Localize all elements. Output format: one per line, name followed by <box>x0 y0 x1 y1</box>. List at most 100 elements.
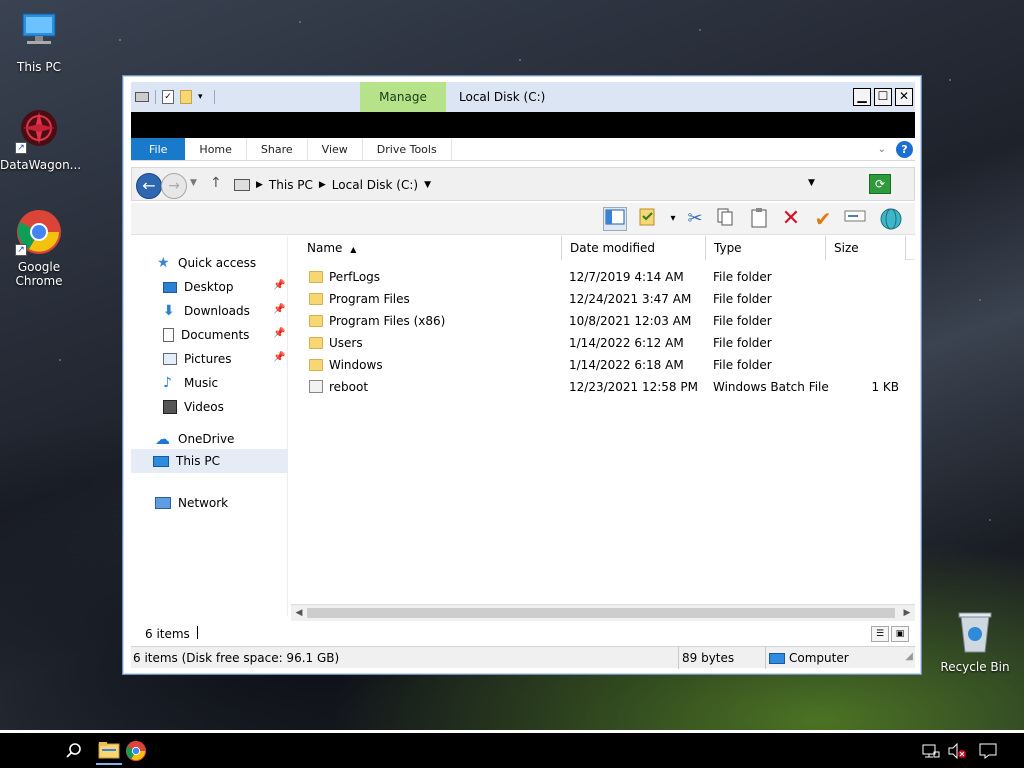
paste-button[interactable] <box>747 207 771 231</box>
chevron-right-icon[interactable]: ▶ <box>256 180 263 190</box>
status-bar: 6 items (Disk free space: 96.1 GB) 89 by… <box>131 646 915 669</box>
scrollbar-thumb[interactable] <box>307 608 895 618</box>
network-globe-button[interactable] <box>879 207 903 231</box>
taskbar-chrome[interactable] <box>124 737 148 765</box>
taskbar <box>0 730 1024 768</box>
close-button[interactable]: ✕ <box>895 88 913 106</box>
nav-item-videos[interactable]: Videos <box>163 396 224 418</box>
nav-item-desktop[interactable]: Desktop 📌 <box>163 276 288 298</box>
nav-item-label: Downloads <box>184 304 250 318</box>
pin-icon[interactable]: 📌 <box>273 352 285 363</box>
status-disk-info: 6 items (Disk free space: 96.1 GB) <box>131 647 679 669</box>
maximize-button[interactable]: ☐ <box>874 88 892 106</box>
nav-item-downloads[interactable]: ⬇ Downloads 📌 <box>163 300 288 322</box>
desktop-icon-datawagon[interactable]: ↗ DataWagon... <box>0 106 82 172</box>
explorer-window: ✓ ▾ Manage Local Disk (C:) ▁ ☐ ✕ File Ho… <box>122 75 922 675</box>
nav-item-music[interactable]: ♪ Music <box>163 372 218 394</box>
large-icons-view-icon[interactable]: ▣ <box>891 626 909 642</box>
chevron-right-icon[interactable]: ▶ <box>319 180 326 190</box>
folder-icon <box>309 293 323 305</box>
table-row[interactable]: reboot 12/23/2021 12:58 PM Windows Batch… <box>291 376 915 398</box>
nav-item-pictures[interactable]: Pictures 📌 <box>163 348 288 370</box>
nav-item-network[interactable]: Network <box>155 492 228 514</box>
back-button[interactable]: ← <box>136 173 162 199</box>
nav-item-documents[interactable]: Documents 📌 <box>163 324 288 346</box>
chevron-down-icon[interactable]: ▼ <box>424 180 431 190</box>
computer-icon <box>153 455 169 467</box>
scroll-left-icon[interactable]: ◀ <box>293 607 305 619</box>
tab-home[interactable]: Home <box>185 138 247 160</box>
breadcrumb-local-disk[interactable]: Local Disk (C:) <box>332 178 418 192</box>
drive-icon <box>234 179 250 191</box>
preview-pane-button[interactable] <box>603 207 627 231</box>
title-bar[interactable]: ✓ ▾ Manage Local Disk (C:) ▁ ☐ ✕ <box>131 82 915 112</box>
select-all-button[interactable] <box>637 207 661 231</box>
cut-icon[interactable]: ✂ <box>683 207 707 231</box>
minimize-button[interactable]: ▁ <box>853 88 871 106</box>
recent-locations-dropdown-icon[interactable]: ▼ <box>190 178 197 188</box>
copy-button[interactable] <box>713 207 737 231</box>
desktop-icon-recycle-bin[interactable]: Recycle Bin <box>936 608 1014 674</box>
nav-item-this-pc[interactable]: This PC <box>131 449 288 473</box>
properties-icon[interactable]: ✓ <box>162 90 174 104</box>
ribbon-collapsed-area <box>131 112 915 138</box>
rename-button[interactable] <box>843 207 867 231</box>
address-history-dropdown-icon[interactable]: ▼ <box>808 178 815 188</box>
nav-item-onedrive[interactable]: ☁ OneDrive <box>155 428 234 450</box>
notifications-icon[interactable] <box>976 737 1000 765</box>
desktop-icon-this-pc[interactable]: This PC <box>0 8 78 74</box>
cloud-icon: ☁ <box>155 430 170 448</box>
pin-icon[interactable]: 📌 <box>273 328 285 339</box>
details-view-icon[interactable]: ☰ <box>871 626 889 642</box>
copy-icon <box>717 208 733 226</box>
folder-icon <box>309 315 323 327</box>
column-header-date-modified[interactable]: Date modified <box>562 236 706 260</box>
table-row[interactable]: Program Files (x86) 10/8/2021 12:03 AM F… <box>291 310 915 332</box>
nav-item-quick-access[interactable]: ★ Quick access <box>157 252 256 274</box>
column-header-type[interactable]: Type <box>706 236 826 260</box>
forward-button[interactable]: → <box>161 173 187 199</box>
desktop-icon-google-chrome[interactable]: ↗ Google Chrome <box>0 208 78 288</box>
network-status-icon[interactable] <box>920 737 942 765</box>
file-name: PerfLogs <box>329 270 381 284</box>
table-row[interactable]: PerfLogs 12/7/2019 4:14 AM File folder <box>291 266 915 288</box>
drive-icon <box>135 92 149 102</box>
nav-item-label: Music <box>184 376 219 390</box>
tab-file[interactable]: File <box>131 138 186 160</box>
table-row[interactable]: Users 1/14/2022 6:12 AM File folder <box>291 332 915 354</box>
table-row[interactable]: Windows 1/14/2022 6:18 AM File folder <box>291 354 915 376</box>
tab-drive-tools[interactable]: Drive Tools <box>363 138 452 160</box>
scroll-right-icon[interactable]: ▶ <box>901 607 913 619</box>
horizontal-scrollbar[interactable]: ◀ ▶ <box>291 604 915 621</box>
file-date: 12/23/2021 12:58 PM <box>569 380 698 394</box>
nav-item-label: Network <box>178 496 229 510</box>
help-icon[interactable]: ? <box>896 140 913 158</box>
table-row[interactable]: Program Files 12/24/2021 3:47 AM File fo… <box>291 288 915 310</box>
taskbar-file-explorer[interactable] <box>96 737 122 765</box>
checkmark-icon[interactable]: ✔ <box>811 207 835 231</box>
column-header-size[interactable]: Size <box>826 236 906 260</box>
new-folder-icon[interactable] <box>180 90 192 104</box>
tab-share[interactable]: Share <box>247 138 308 160</box>
column-header-name[interactable]: Name ▲ <box>291 236 562 260</box>
up-arrow-icon[interactable]: ↑ <box>210 175 222 191</box>
delete-icon[interactable]: ✕ <box>779 207 803 231</box>
tab-view[interactable]: View <box>308 138 363 160</box>
expand-ribbon-icon[interactable]: ⌄ <box>878 144 886 155</box>
computer-icon <box>15 8 63 56</box>
volume-muted-icon[interactable] <box>946 737 968 765</box>
address-field[interactable]: ▶ This PC ▶ Local Disk (C:) ▼ <box>230 172 824 198</box>
chevron-down-icon[interactable]: ▾ <box>661 207 685 231</box>
pin-icon[interactable]: 📌 <box>273 280 285 291</box>
tab-manage[interactable]: Manage <box>360 82 446 112</box>
document-icon <box>163 328 174 342</box>
film-icon <box>163 400 177 414</box>
resize-grip-icon[interactable]: ◢ <box>905 651 913 662</box>
refresh-button[interactable]: ⟳ <box>869 174 891 194</box>
search-icon[interactable] <box>60 737 88 765</box>
breadcrumb-this-pc[interactable]: This PC <box>269 178 313 192</box>
pin-icon[interactable]: 📌 <box>273 304 285 315</box>
nav-item-label: OneDrive <box>178 432 235 446</box>
desktop-icon-label: DataWagon... <box>0 158 82 172</box>
customize-qat-icon[interactable]: ▾ <box>198 90 208 104</box>
